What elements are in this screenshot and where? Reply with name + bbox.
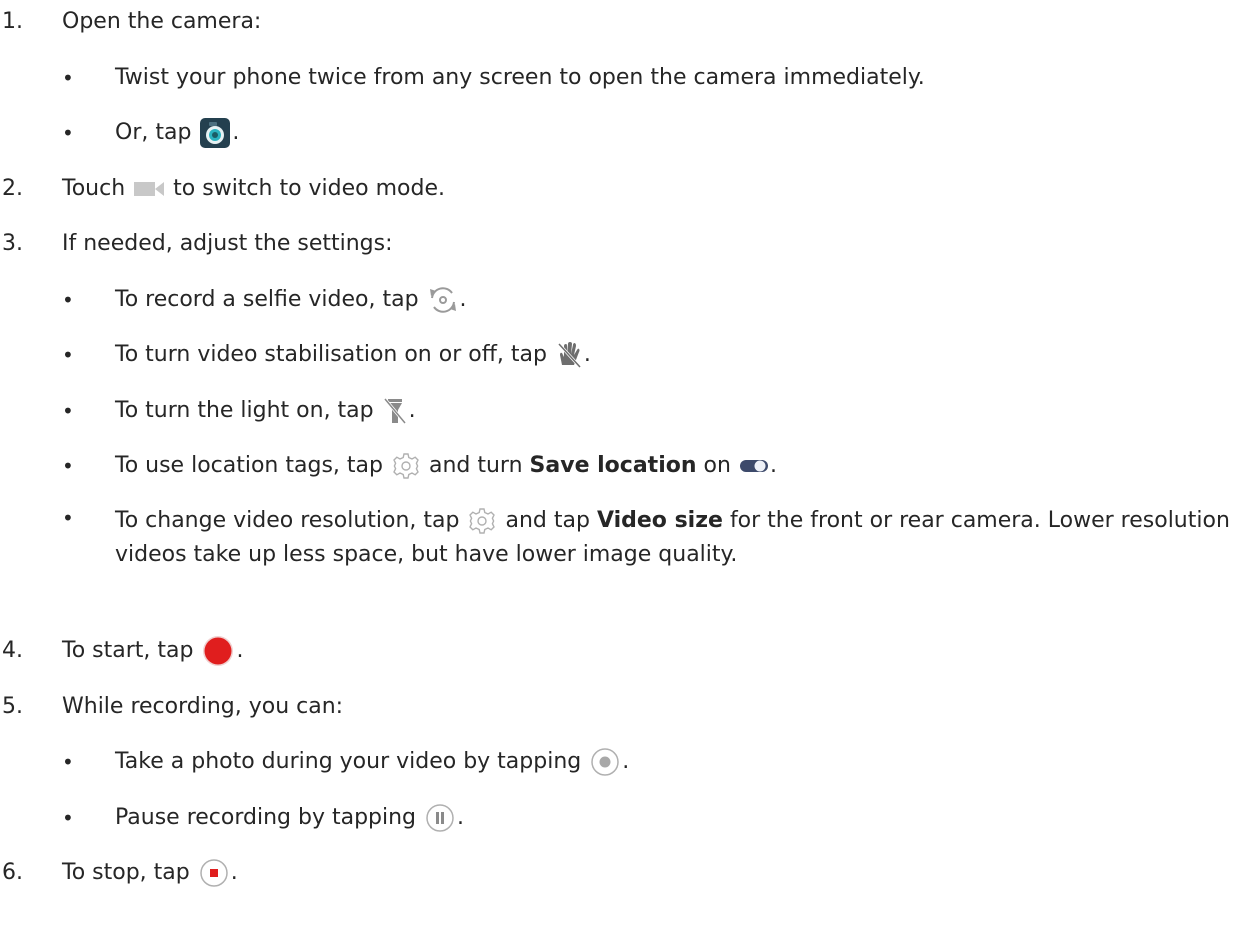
step-text-group: To start, tap . xyxy=(62,635,243,667)
setting-name: Video size xyxy=(596,508,723,533)
bullet-text: To record a selfie video, tap xyxy=(115,287,419,312)
bullet-text-mid2: on xyxy=(703,453,731,478)
bullet-text: Take a photo during your video by tappin… xyxy=(115,749,582,774)
bullet-text-group: To turn the light on, tap . xyxy=(115,395,416,427)
bullet: • xyxy=(62,66,74,90)
step-text-end: . xyxy=(230,860,238,885)
bullet-text-group: Take a photo during your video by tappin… xyxy=(115,746,629,778)
bullet: • xyxy=(62,454,74,478)
step-number: 1. xyxy=(2,9,23,34)
bullet-text: Or, tap xyxy=(115,120,192,145)
step-number: 6. xyxy=(2,860,23,885)
step-text: Touch xyxy=(62,176,126,201)
toggle-switch-icon xyxy=(739,459,768,473)
bullet: • xyxy=(62,121,74,145)
bullet: • xyxy=(62,288,74,312)
bullet-text-mid: and tap xyxy=(505,508,590,533)
video-mode-icon xyxy=(134,180,165,198)
step-number: 4. xyxy=(2,638,23,663)
bullet-text-end: . xyxy=(769,453,777,478)
bullet-text-end: . xyxy=(459,287,467,312)
switch-camera-icon xyxy=(428,286,458,314)
bullet-text: To turn video stabilisation on or off, t… xyxy=(115,342,547,367)
bullet-text-group: To use location tags, tap and turn Save … xyxy=(115,450,777,482)
settings-gear-icon xyxy=(392,452,420,480)
settings-gear-icon xyxy=(468,507,496,535)
bullet-text-end: . xyxy=(457,805,465,830)
bullet: • xyxy=(62,506,74,530)
step-text: If needed, adjust the settings: xyxy=(62,231,393,256)
bullet-text-mid: and turn xyxy=(428,453,523,478)
bullet: • xyxy=(62,750,74,774)
bullet-paragraph: To change video resolution, tap and tap … xyxy=(115,504,1240,572)
step-number: 2. xyxy=(2,176,23,201)
step-text-group: To stop, tap . xyxy=(62,857,238,889)
step-text-end: . xyxy=(236,638,244,663)
bullet: • xyxy=(62,806,74,830)
bullet-text-end: . xyxy=(622,749,630,774)
step-number: 3. xyxy=(2,231,23,256)
stabilisation-icon xyxy=(556,341,582,369)
bullet: • xyxy=(62,343,74,367)
bullet-text-group: To turn video stabilisation on or off, t… xyxy=(115,339,591,371)
capture-photo-icon xyxy=(590,747,620,777)
pause-icon xyxy=(425,803,455,833)
bullet-text-group: Or, tap . xyxy=(115,117,239,149)
step-text: Open the camera: xyxy=(62,9,262,34)
setting-name: Save location xyxy=(529,453,697,478)
bullet-text-end: . xyxy=(583,342,591,367)
flashlight-icon xyxy=(383,397,407,425)
bullet-text-group: To record a selfie video, tap . xyxy=(115,284,467,316)
step-text-group: Touch to switch to video mode. xyxy=(62,173,445,205)
bullet-text-end: . xyxy=(232,120,240,145)
step-text: To stop, tap xyxy=(62,860,190,885)
record-button-icon xyxy=(202,635,234,667)
step-number: 5. xyxy=(2,694,23,719)
bullet: • xyxy=(62,399,74,423)
bullet-text: To turn the light on, tap xyxy=(115,398,374,423)
bullet-text: To change video resolution, tap xyxy=(115,508,460,533)
bullet-text-end: . xyxy=(408,398,416,423)
step-text-end: to switch to video mode. xyxy=(173,176,446,201)
stop-icon xyxy=(199,858,229,888)
bullet-text: Twist your phone twice from any screen t… xyxy=(115,65,925,90)
step-text: While recording, you can: xyxy=(62,694,344,719)
bullet-text-group: Pause recording by tapping . xyxy=(115,802,464,834)
bullet-text: To use location tags, tap xyxy=(115,453,383,478)
step-text: To start, tap xyxy=(62,638,194,663)
bullet-text: Pause recording by tapping xyxy=(115,805,417,830)
camera-app-icon xyxy=(200,118,231,148)
